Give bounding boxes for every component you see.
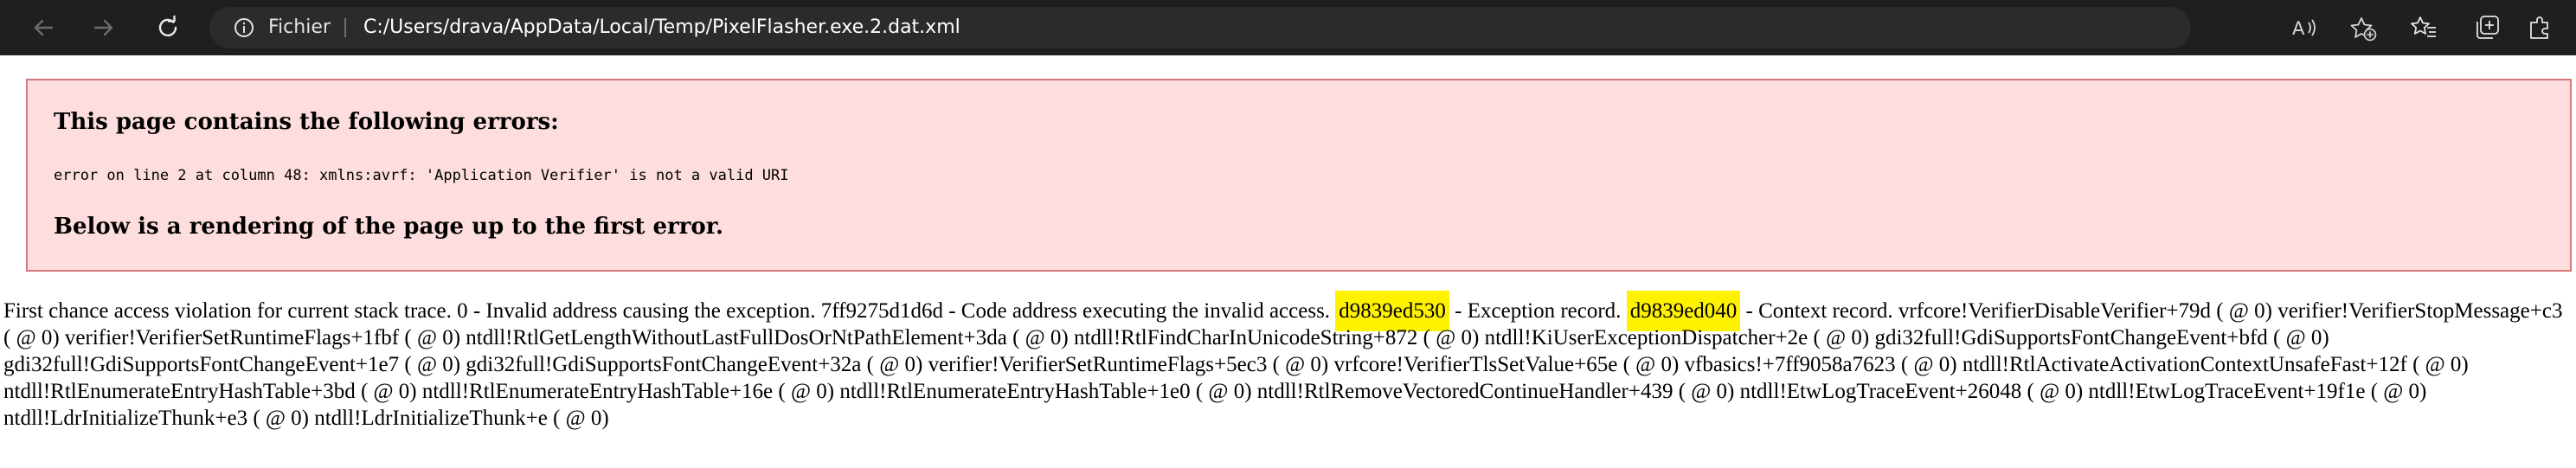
back-button[interactable] bbox=[26, 10, 61, 45]
highlighted-address-2: d9839ed040 bbox=[1626, 291, 1741, 331]
url-text[interactable]: C:/Users/drava/AppData/Local/Temp/PixelF… bbox=[363, 7, 960, 48]
back-arrow-icon bbox=[34, 19, 54, 36]
refresh-button[interactable] bbox=[151, 10, 185, 45]
error-detail: error on line 2 at column 48: xmlns:avrf… bbox=[54, 167, 789, 184]
address-separator bbox=[344, 18, 346, 37]
address-bar[interactable]: Fichier C:/Users/drava/AppData/Local/Tem… bbox=[209, 7, 2377, 48]
collections-icon[interactable] bbox=[2474, 14, 2502, 42]
add-favorite-icon[interactable] bbox=[2349, 16, 2377, 42]
browser-toolbar: Fichier C:/Users/drava/AppData/Local/Tem… bbox=[0, 0, 2576, 55]
trace-text-part1: First chance access violation for curren… bbox=[3, 299, 1331, 323]
highlighted-address-1: d9839ed530 bbox=[1335, 291, 1449, 331]
svg-text:A: A bbox=[2292, 18, 2305, 39]
error-title: This page contains the following errors: bbox=[54, 109, 559, 135]
extensions-icon[interactable] bbox=[2527, 14, 2554, 42]
refresh-icon bbox=[158, 15, 177, 37]
info-icon[interactable] bbox=[234, 17, 254, 38]
forward-arrow-icon bbox=[93, 19, 113, 36]
error-footer: Below is a rendering of the page up to t… bbox=[54, 214, 724, 240]
forward-button[interactable] bbox=[87, 10, 121, 45]
site-info-label[interactable]: Fichier bbox=[268, 7, 331, 48]
favorites-icon[interactable] bbox=[2410, 14, 2438, 42]
stack-trace-text: First chance access violation for curren… bbox=[3, 291, 2570, 432]
read-aloud-icon[interactable]: A bbox=[2292, 16, 2318, 40]
parser-error-box: This page contains the following errors:… bbox=[26, 79, 2572, 272]
trace-text-part2: - Exception record. bbox=[1449, 299, 1622, 323]
